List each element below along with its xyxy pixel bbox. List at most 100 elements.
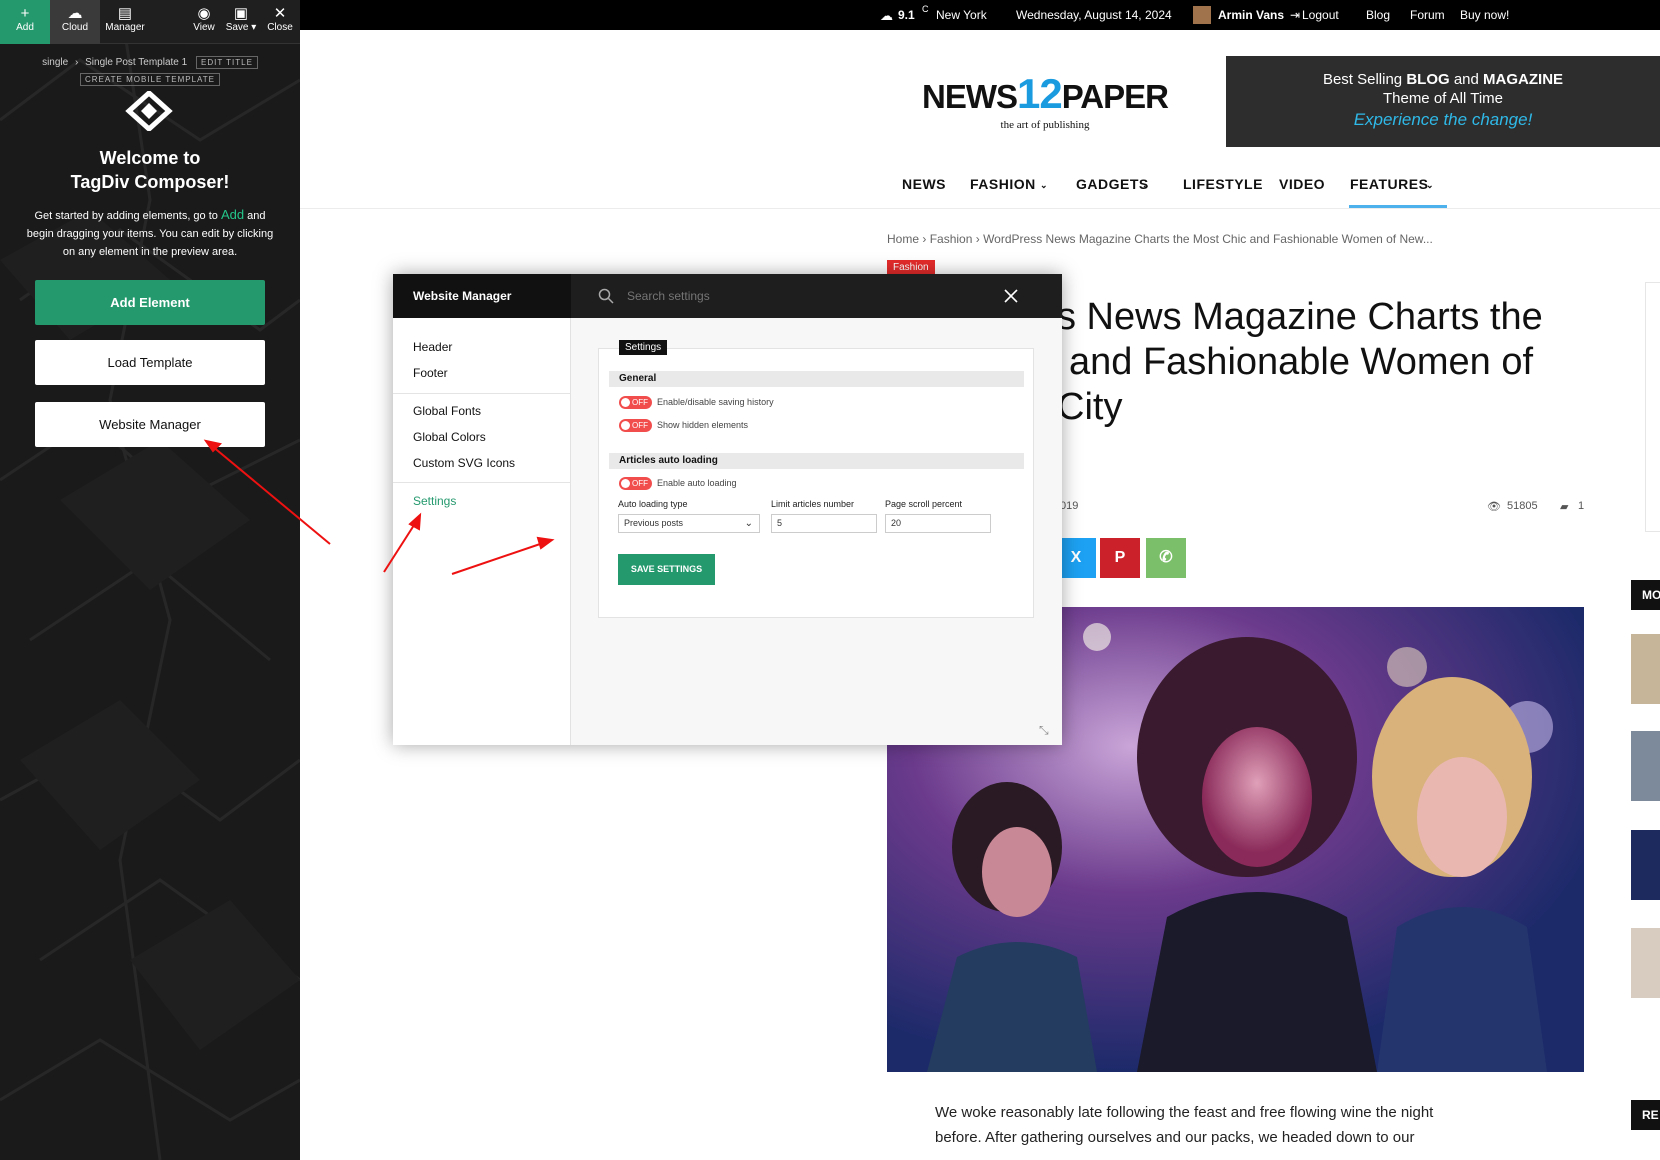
scroll-percent-input[interactable]: 20 — [885, 514, 991, 533]
x-share-button[interactable]: X — [1056, 538, 1096, 578]
sidebar-thumbnail[interactable] — [1631, 830, 1660, 900]
menu-header[interactable]: Header — [413, 340, 452, 354]
add-element-button[interactable]: Add Element — [35, 280, 265, 325]
autoload-toggle[interactable]: OFF — [619, 477, 652, 490]
chevron-down-icon: ⌄ — [744, 518, 753, 529]
nav-video[interactable]: VIDEO — [1279, 176, 1325, 192]
resize-handle-icon[interactable]: ⤡ — [1039, 723, 1049, 738]
create-mobile-template-button[interactable]: CREATE MOBILE TEMPLATE — [79, 73, 221, 86]
logout-icon: ⇥ — [1290, 8, 1301, 22]
breadcrumb-current: WordPress News Magazine Charts the Most … — [983, 232, 1433, 246]
close-icon[interactable] — [1004, 289, 1018, 303]
search-icon — [598, 288, 614, 304]
sidebar-widget-edge — [1645, 282, 1660, 532]
welcome-heading: Welcome to TagDiv Composer! — [70, 148, 230, 192]
chevron-down-icon: ⌄ — [1040, 180, 1049, 190]
category-badge[interactable]: Fashion — [887, 260, 935, 275]
top-bar: ☁ 9.1 C New York Wednesday, August 14, 2… — [300, 0, 1660, 30]
user-name[interactable]: Armin Vans — [1218, 8, 1284, 22]
sidebar-thumbnail[interactable] — [1631, 731, 1660, 801]
composer-panel: + Add ☁ Cloud ▤ Manager ◉ View ▣ Save ▾ … — [0, 0, 300, 1160]
manager-tool-button[interactable]: ▤ Manager — [100, 0, 150, 44]
x-icon: X — [1070, 549, 1082, 566]
nav-features[interactable]: FEATURES — [1350, 176, 1428, 192]
nav-fashion[interactable]: FASHION — [970, 176, 1036, 192]
cloud-tool-button[interactable]: ☁ Cloud — [50, 0, 100, 44]
view-count: 51805 — [1507, 500, 1538, 512]
settings-tab-label: Settings — [619, 340, 668, 355]
sidebar-thumbnail[interactable] — [1631, 928, 1660, 998]
comment-icon: ▰ — [1560, 501, 1569, 513]
save-settings-button[interactable]: SAVE SETTINGS — [618, 554, 715, 585]
avatar[interactable] — [1193, 6, 1211, 24]
save-icon: ▣ — [233, 5, 249, 22]
breadcrumb: Home › Fashion › WordPress News Magazine… — [887, 232, 1433, 246]
forum-link[interactable]: Forum — [1410, 8, 1445, 22]
sidebar-block-title: RE — [1631, 1100, 1660, 1130]
pinterest-share-button[interactable]: P — [1100, 538, 1140, 578]
whatsapp-icon: ✆ — [1159, 549, 1173, 566]
view-tool-button[interactable]: ◉ View — [186, 0, 222, 44]
temperature-unit: C — [922, 4, 929, 14]
nav-news[interactable]: NEWS — [902, 176, 946, 192]
load-template-button[interactable]: Load Template — [35, 340, 265, 385]
menu-custom-svg-icons[interactable]: Custom SVG Icons — [413, 456, 515, 470]
buy-now-link[interactable]: Buy now! — [1460, 8, 1509, 22]
website-manager-button[interactable]: Website Manager — [35, 402, 265, 447]
menu-global-fonts[interactable]: Global Fonts — [413, 404, 481, 418]
chevron-down-icon: ⌄ — [1142, 180, 1151, 190]
template-meta: single › Single Post Template 1 EDIT TIT… — [0, 56, 300, 86]
modal-menu: Header Footer Global Fonts Global Colors… — [393, 318, 571, 745]
menu-footer[interactable]: Footer — [413, 366, 448, 380]
tagdiv-logo-icon — [125, 91, 173, 131]
manager-icon: ▤ — [117, 5, 133, 22]
breadcrumb-category[interactable]: Fashion — [930, 232, 973, 246]
settings-panel: Settings General OFF Enable/disable savi… — [598, 340, 1034, 618]
menu-settings[interactable]: Settings — [413, 494, 456, 508]
close-tool-button[interactable]: ✕ Close — [262, 0, 298, 44]
add-tool-button[interactable]: + Add — [0, 0, 50, 44]
eye-icon: ◉ — [197, 5, 211, 22]
breadcrumb-home[interactable]: Home — [887, 232, 919, 246]
loading-type-label: Auto loading type — [618, 499, 688, 509]
logout-link[interactable]: Logout — [1302, 8, 1339, 22]
intro-text: Get started by adding elements, go to Ad… — [26, 207, 274, 258]
sidebar-thumbnail[interactable] — [1631, 634, 1660, 704]
article-body: We woke reasonably late following the fe… — [935, 1104, 1434, 1146]
cloud-icon: ☁ — [67, 5, 83, 22]
whatsapp-share-button[interactable]: ✆ — [1146, 538, 1186, 578]
pinterest-icon: P — [1114, 549, 1126, 566]
sidebar-block-title: MO — [1631, 580, 1660, 610]
autoload-section-header: Articles auto loading — [609, 453, 1024, 469]
article-date: 019 — [1060, 500, 1079, 512]
limit-articles-label: Limit articles number — [771, 499, 855, 509]
hidden-elements-toggle[interactable]: OFF — [619, 419, 652, 432]
menu-divider — [393, 393, 571, 394]
breadcrumb-root[interactable]: single — [42, 57, 68, 68]
site-logo[interactable]: NEWS12PAPER the art of publishing — [875, 73, 1215, 132]
history-toggle-label: Enable/disable saving history — [657, 397, 774, 407]
eye-icon: 👁 — [1487, 501, 1501, 513]
search-settings-input[interactable] — [627, 286, 957, 306]
loading-type-select[interactable]: Previous posts ⌄ — [618, 514, 760, 533]
history-toggle[interactable]: OFF — [619, 396, 652, 409]
menu-divider — [393, 482, 571, 483]
limit-articles-input[interactable]: 5 — [771, 514, 877, 533]
save-tool-button[interactable]: ▣ Save ▾ — [222, 0, 260, 44]
nav-lifestyle[interactable]: LIFESTYLE — [1183, 176, 1263, 192]
comment-count[interactable]: 1 — [1578, 500, 1584, 512]
nav-gadgets[interactable]: GADGETS — [1076, 176, 1149, 192]
edit-title-button[interactable]: EDIT TITLE — [196, 56, 258, 69]
breadcrumb-separator: › — [74, 57, 79, 68]
header-ad-banner[interactable]: Best Selling BLOG and MAGAZINE Theme of … — [1226, 56, 1660, 147]
general-section-header: General — [609, 371, 1024, 387]
scroll-percent-label: Page scroll percent — [885, 499, 963, 509]
logo-tagline: the art of publishing — [1000, 119, 1090, 131]
blog-link[interactable]: Blog — [1366, 8, 1390, 22]
weather-city: New York — [936, 8, 987, 22]
menu-global-colors[interactable]: Global Colors — [413, 430, 486, 444]
settings-search — [571, 274, 1062, 318]
chevron-down-icon: ⌄ — [1426, 180, 1435, 190]
composer-toolbar: + Add ☁ Cloud ▤ Manager ◉ View ▣ Save ▾ … — [0, 0, 300, 44]
add-link[interactable]: Add — [221, 207, 244, 222]
